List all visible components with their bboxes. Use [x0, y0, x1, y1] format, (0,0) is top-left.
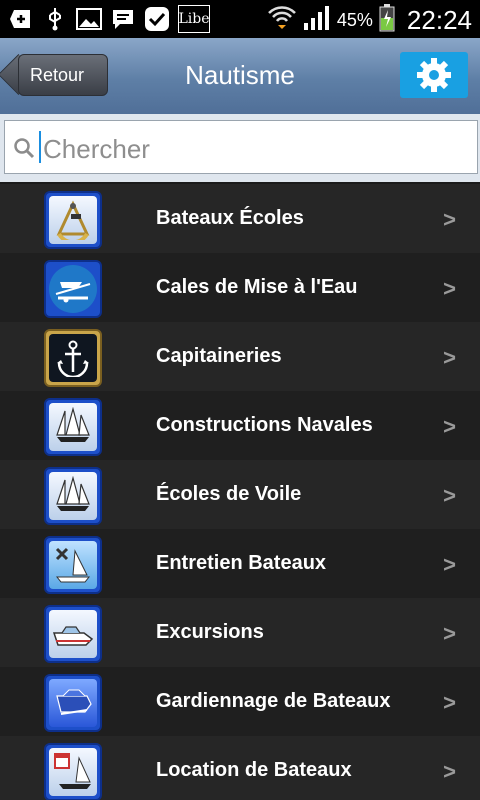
check-icon	[144, 6, 170, 32]
tools-sailboat-icon	[44, 536, 102, 594]
chevron-right-icon: >	[443, 690, 456, 715]
chevron-right-icon: >	[443, 414, 456, 439]
list-item-label: Constructions Navales	[156, 414, 373, 436]
list-item-label: Écoles de Voile	[156, 483, 302, 505]
list-item-label: Bateaux Écoles	[156, 207, 304, 229]
search-bar: Chercher	[0, 114, 480, 182]
list-item[interactable]: Bateaux Écoles >	[0, 184, 480, 253]
chevron-right-icon: >	[443, 621, 456, 646]
libe-icon: Libe	[178, 5, 210, 33]
add-icon	[8, 6, 34, 32]
motorboat-icon	[44, 605, 102, 663]
category-list[interactable]: Bateaux Écoles > Cales de Mise à l'Eau >…	[0, 184, 480, 800]
list-item-label: Cales de Mise à l'Eau	[156, 276, 358, 298]
usb-icon	[42, 6, 68, 32]
chevron-right-icon: >	[443, 276, 456, 301]
chevron-right-icon: >	[443, 483, 456, 508]
gear-icon	[417, 58, 451, 92]
chevron-right-icon: >	[443, 552, 456, 577]
list-item-label: Entretien Bateaux	[156, 552, 327, 574]
nav-header: Retour Nautisme	[0, 38, 480, 115]
list-item[interactable]: Entretien Bateaux >	[0, 529, 480, 598]
chat-icon	[110, 6, 136, 32]
chevron-right-icon: >	[443, 207, 456, 232]
search-icon	[14, 138, 35, 159]
sailboat-icon	[44, 398, 102, 456]
list-item[interactable]: Location de Bateaux >	[0, 736, 480, 800]
list-item-label: Excursions	[156, 621, 264, 643]
status-bar: Libe 45% 22:24	[0, 0, 480, 38]
list-item[interactable]: Constructions Navales >	[0, 391, 480, 460]
sailboat-icon	[44, 467, 102, 525]
signal-icon	[303, 5, 331, 36]
clock: 22:24	[406, 5, 472, 35]
sextant-icon	[44, 191, 102, 249]
search-placeholder: Chercher	[43, 134, 150, 164]
list-item[interactable]: Excursions >	[0, 598, 480, 667]
battery-percent: 45%	[336, 10, 373, 30]
search-input[interactable]: Chercher	[4, 120, 478, 174]
text-cursor	[39, 131, 41, 163]
image-icon	[76, 6, 102, 32]
settings-button[interactable]	[400, 52, 468, 98]
list-item[interactable]: Gardiennage de Bateaux >	[0, 667, 480, 736]
list-item-label: Gardiennage de Bateaux	[156, 690, 391, 712]
list-item-label: Location de Bateaux	[156, 759, 352, 781]
wifi-icon	[267, 5, 297, 36]
battery-icon	[379, 4, 395, 37]
boat-trailer-icon	[44, 260, 102, 318]
covered-boat-icon	[44, 674, 102, 732]
list-item-label: Capitaineries	[156, 345, 282, 367]
list-item[interactable]: Écoles de Voile >	[0, 460, 480, 529]
list-item[interactable]: Capitaineries >	[0, 322, 480, 391]
anchor-icon	[44, 329, 102, 387]
calendar-sailboat-icon	[44, 743, 102, 800]
list-item[interactable]: Cales de Mise à l'Eau >	[0, 253, 480, 322]
chevron-right-icon: >	[443, 759, 456, 784]
chevron-right-icon: >	[443, 345, 456, 370]
